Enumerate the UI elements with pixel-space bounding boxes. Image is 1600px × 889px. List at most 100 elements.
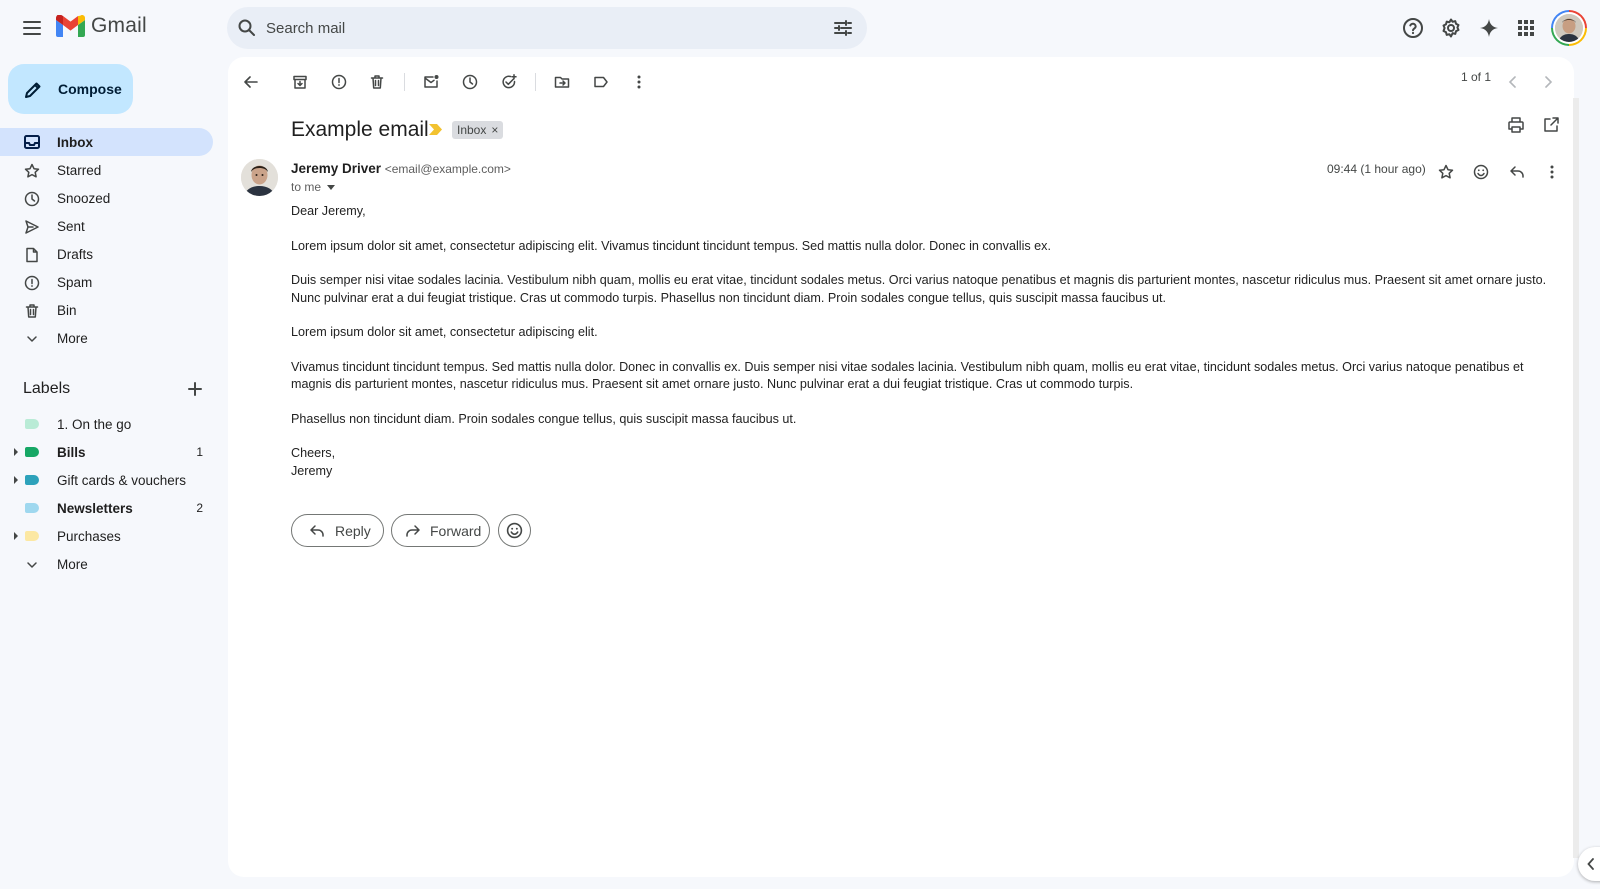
newer-button[interactable] (1499, 68, 1527, 96)
unread-count: 1 (196, 445, 203, 459)
add-to-tasks-button[interactable] (495, 68, 523, 96)
sidebar-item-snoozed[interactable]: Snoozed (0, 184, 213, 212)
star-button[interactable] (1432, 158, 1460, 186)
label-name: Newsletters (57, 500, 133, 516)
search-icon[interactable] (237, 18, 257, 38)
label-tag-icon (25, 531, 39, 541)
label-item-bills[interactable]: Bills 1 (0, 438, 213, 466)
scrollbar[interactable] (1573, 98, 1579, 858)
account-avatar[interactable] (1551, 10, 1587, 46)
compose-label: Compose (58, 81, 122, 97)
spam-icon (24, 275, 40, 291)
side-panel-toggle[interactable] (1578, 847, 1600, 881)
main-menu-button[interactable] (16, 12, 48, 44)
search-options-icon[interactable] (833, 18, 853, 38)
star-icon (1438, 164, 1454, 179)
sidebar-item-bin[interactable]: Bin (0, 296, 213, 324)
forward-icon (406, 524, 420, 537)
unread-count: 2 (196, 501, 203, 515)
pager-count: 1 of 1 (1461, 70, 1492, 84)
search-input[interactable] (266, 7, 786, 49)
top-bar: Gmail (0, 0, 1600, 56)
email-paragraph: Vivamus tincidunt tincidunt tempus. Sed … (291, 359, 1524, 392)
reply-icon (310, 524, 324, 537)
label-item-newsletters[interactable]: Newsletters 2 (0, 494, 213, 522)
sidebar-item-starred[interactable]: Starred (0, 156, 213, 184)
sidebar-item-label: Snoozed (57, 190, 111, 206)
label-item-gift-cards[interactable]: Gift cards & vouchers (0, 466, 213, 494)
emoji-icon (1473, 164, 1489, 180)
recipients-toggle[interactable]: to me (291, 180, 336, 194)
folder-move-icon (554, 76, 570, 88)
print-button[interactable] (1507, 116, 1525, 134)
help-icon (1403, 18, 1423, 38)
sidebar-item-label: Sent (57, 218, 85, 234)
settings-button[interactable] (1437, 14, 1465, 42)
emoji-icon (506, 522, 523, 539)
move-to-button[interactable] (548, 68, 576, 96)
gmail-logo[interactable]: Gmail (56, 14, 147, 38)
delete-button[interactable] (363, 68, 391, 96)
more-vert-icon (637, 75, 641, 89)
forward-label: Forward (430, 522, 482, 539)
archive-button[interactable] (286, 68, 314, 96)
emoji-reaction-button[interactable] (498, 514, 531, 547)
compose-button[interactable]: Compose (8, 64, 133, 114)
remove-label-icon[interactable]: × (491, 123, 498, 137)
more-options-button[interactable] (625, 68, 653, 96)
sidebar-item-label: Bin (57, 302, 77, 318)
gemini-button[interactable] (1475, 14, 1503, 42)
sidebar-item-spam[interactable]: Spam (0, 268, 213, 296)
sender-email: <email@example.com> (384, 162, 511, 176)
importance-marker-icon[interactable] (429, 124, 443, 135)
add-task-icon (502, 74, 517, 89)
support-button[interactable] (1399, 14, 1427, 42)
reply-button[interactable]: Reply (291, 514, 384, 547)
sidebar-item-inbox[interactable]: Inbox (0, 128, 213, 156)
search-bar[interactable] (227, 7, 867, 49)
bin-icon (370, 75, 384, 89)
expand-caret-icon[interactable] (14, 532, 18, 540)
sidebar-item-drafts[interactable]: Drafts (0, 240, 213, 268)
message-more-button[interactable] (1538, 158, 1566, 186)
mark-unread-icon (424, 75, 439, 88)
forward-button[interactable]: Forward (391, 514, 490, 547)
clock-icon (24, 191, 40, 207)
expand-caret-icon[interactable] (14, 476, 18, 484)
older-button[interactable] (1534, 68, 1562, 96)
open-new-window-button[interactable] (1542, 116, 1560, 134)
print-icon (1508, 117, 1524, 133)
inbox-label-chip: Inbox × (452, 121, 504, 139)
sidebar-item-more[interactable]: More (0, 324, 213, 352)
label-name: Purchases (57, 528, 121, 544)
back-button[interactable] (237, 68, 265, 96)
apps-button[interactable] (1512, 14, 1540, 42)
labels-heading: Labels (23, 380, 71, 397)
labels-button[interactable] (587, 68, 615, 96)
label-tag-icon (25, 475, 39, 485)
label-name: Gift cards & vouchers (57, 472, 187, 488)
sender-name[interactable]: Jeremy Driver (291, 161, 381, 176)
avatar-photo (1555, 14, 1583, 42)
label-name: 1. On the go (57, 416, 132, 432)
add-reaction-button[interactable] (1467, 158, 1495, 186)
add-label-icon[interactable] (188, 382, 202, 396)
labels-more[interactable]: More (0, 550, 213, 578)
reply-icon-button[interactable] (1503, 158, 1531, 186)
report-spam-button[interactable] (325, 68, 353, 96)
star-icon (24, 163, 40, 178)
clock-icon (462, 74, 478, 90)
sidebar-item-label: More (57, 330, 88, 346)
sidebar-item-sent[interactable]: Sent (0, 212, 213, 240)
archive-icon (293, 75, 307, 89)
label-item-purchases[interactable]: Purchases (0, 522, 213, 550)
draft-icon (26, 247, 38, 263)
sidebar-item-label: Spam (57, 274, 93, 290)
expand-caret-icon[interactable] (14, 448, 18, 456)
snooze-button[interactable] (456, 68, 484, 96)
mark-unread-button[interactable] (417, 68, 445, 96)
label-item-on-the-go[interactable]: 1. On the go (0, 410, 213, 438)
sender-line: Jeremy Driver <email@example.com> (291, 161, 511, 176)
sender-avatar[interactable] (241, 159, 278, 196)
apps-grid-icon (1518, 20, 1534, 36)
